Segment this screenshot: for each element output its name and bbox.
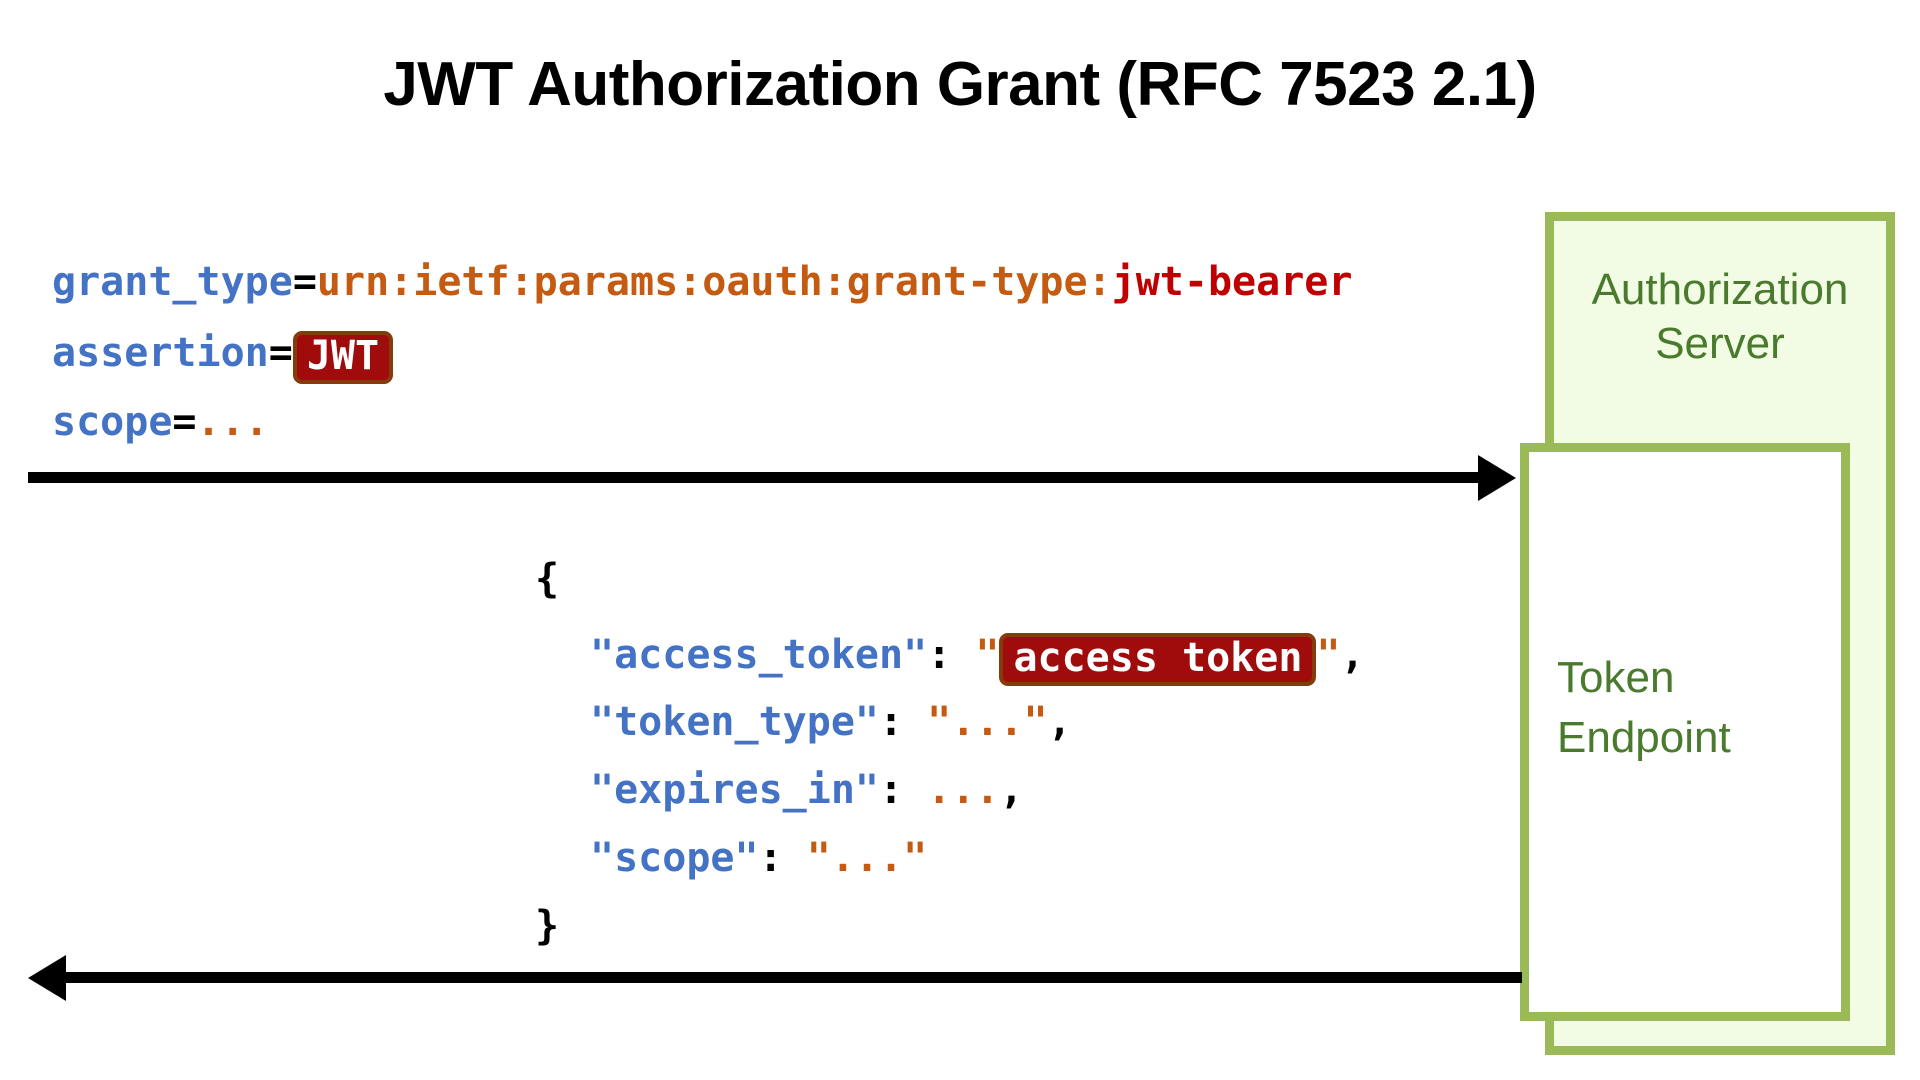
request-param-assertion: assertion= JWT (52, 328, 394, 385)
response-arrow-shaft (66, 972, 1522, 983)
request-param-assertion-equals: = (268, 330, 293, 376)
request-param-grant-type-equals: = (292, 259, 317, 305)
response-field-access-token-close-quote: " (1316, 632, 1341, 678)
request-param-scope-equals: = (172, 399, 197, 445)
response-field-access-token-comma: , (1340, 632, 1365, 678)
response-field-expires-in-comma: , (999, 767, 1024, 813)
request-param-grant-type: grant_type=urn:ietf:params:oauth:grant-t… (52, 258, 1352, 306)
response-field-scope-open-quote: " (806, 835, 831, 881)
response-field-expires-in-colon: : (878, 767, 904, 813)
token-endpoint-label: Token Endpoint (1557, 648, 1817, 768)
response-field-access-token: "access_token": " access token ", (590, 630, 1365, 687)
response-field-token-type-open-quote: " (927, 699, 952, 745)
authorization-server-label-line1: Authorization (1591, 265, 1849, 314)
response-field-scope-close-quote: " (903, 835, 928, 881)
response-field-scope-value: ... (830, 835, 904, 881)
token-endpoint-label-line2: Endpoint (1557, 713, 1731, 762)
response-field-access-token-key: "access_token" (590, 632, 928, 678)
response-field-token-type-colon: : (878, 699, 904, 745)
request-param-assertion-key: assertion (52, 330, 269, 376)
response-field-expires-in-key: "expires_in" (590, 767, 879, 813)
token-endpoint-label-line1: Token (1557, 653, 1675, 702)
jwt-secret-badge: JWT (292, 331, 394, 385)
request-param-scope-value: ... (196, 399, 269, 445)
authorization-server-label-line2: Server (1655, 319, 1785, 368)
response-field-token-type-value: ... (951, 699, 1024, 745)
request-param-scope-key: scope (52, 399, 173, 445)
request-param-grant-type-value-highlight: jwt-bearer (1111, 259, 1353, 305)
response-field-scope-key: "scope" (590, 835, 759, 881)
request-param-grant-type-key: grant_type (52, 259, 293, 305)
response-field-token-type-comma: , (1047, 699, 1072, 745)
response-open-brace: { (535, 555, 559, 603)
response-arrow-head-icon (28, 955, 66, 1001)
request-param-grant-type-value: urn:ietf:params:oauth:grant-type: (316, 259, 1112, 305)
request-arrow-head-icon (1478, 455, 1516, 501)
response-field-token-type-key: "token_type" (590, 699, 879, 745)
response-field-token-type-close-quote: " (1023, 699, 1048, 745)
request-param-scope: scope=... (52, 398, 269, 446)
response-field-scope-colon: : (758, 835, 783, 881)
response-close-brace: } (535, 902, 559, 950)
response-field-token-type: "token_type": "...", (590, 698, 1072, 746)
response-field-expires-in: "expires_in": ..., (590, 766, 1024, 814)
page-title: JWT Authorization Grant (RFC 7523 2.1) (383, 50, 1537, 119)
response-field-access-token-colon: : (927, 632, 952, 678)
response-close-brace-text: } (535, 903, 560, 949)
response-field-scope: "scope": "..." (590, 834, 927, 882)
response-field-access-token-open-quote: " (975, 632, 1000, 678)
access-token-secret-badge: access token (999, 633, 1317, 687)
authorization-server-label: Authorization Server (1554, 263, 1886, 371)
response-field-expires-in-value: ... (927, 767, 1000, 813)
token-endpoint-box: Token Endpoint (1520, 443, 1850, 1021)
request-arrow-shaft (28, 472, 1478, 483)
response-open-brace-text: { (535, 556, 560, 602)
